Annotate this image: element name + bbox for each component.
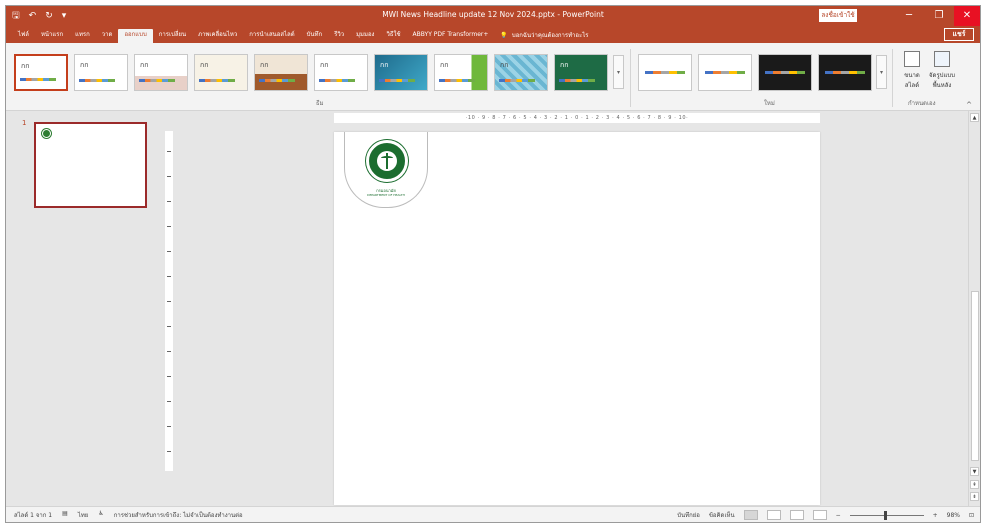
vertical-scrollbar[interactable]: ▲ ▼ ⇞ ⇟ — [968, 111, 980, 506]
tell-me-text: บอกฉันว่าคุณต้องการทำอะไร — [511, 32, 589, 39]
tab-home[interactable]: หน้าแรก — [35, 29, 69, 43]
close-button[interactable]: ✕ — [954, 6, 980, 26]
zoom-level[interactable]: 98% — [947, 512, 960, 519]
minimize-button[interactable]: ─ — [894, 6, 924, 26]
slide-canvas[interactable]: กรมอนามัย DEPARTMENT OF HEALTH — [334, 132, 820, 505]
vertical-ruler — [165, 131, 173, 471]
slide-size-icon — [904, 51, 920, 67]
tab-draw[interactable]: วาด — [96, 29, 119, 43]
theme-9[interactable]: กก — [494, 54, 548, 91]
normal-view-button[interactable] — [743, 510, 758, 520]
theme-preview-text: กก — [80, 61, 89, 69]
slideshow-button[interactable] — [812, 510, 827, 520]
mini-logo-icon — [42, 129, 51, 138]
collapse-ribbon-icon[interactable]: ^ — [966, 101, 972, 109]
tab-view[interactable]: มุมมอง — [350, 29, 380, 43]
share-button[interactable]: แชร์ — [944, 28, 974, 41]
tab-record[interactable]: บันทึก — [301, 29, 329, 43]
tab-design[interactable]: ออกแบบ — [118, 29, 153, 43]
tab-animations[interactable]: ภาพเคลื่อนไหว — [192, 29, 243, 43]
thumbnail-number: 1 — [22, 119, 27, 127]
restore-button[interactable]: ❐ — [924, 6, 954, 26]
theme-preview-text: กก — [560, 61, 569, 69]
fit-to-window-icon[interactable]: ⊡ — [969, 512, 974, 519]
title-bar: 🖫 ↶ ↻ ▾ MWI News Headline update 12 Nov … — [6, 6, 980, 26]
scroll-down-icon[interactable]: ▼ — [970, 467, 979, 476]
theme-preview-text: กก — [500, 61, 509, 69]
theme-2[interactable]: กก — [74, 54, 128, 91]
group-divider — [892, 49, 893, 107]
comments-button[interactable]: ข้อคิดเห็น — [709, 510, 735, 520]
variant-3[interactable] — [758, 54, 812, 91]
slide-editor: ·10 · 9 · 8 · 7 · 6 · 5 · 4 · 3 · 2 · 1 … — [158, 111, 968, 506]
theme-preview-text: กก — [140, 61, 149, 69]
tab-review[interactable]: รีวิว — [328, 29, 350, 43]
theme-3[interactable]: กก — [134, 54, 188, 91]
slide-size-button[interactable]: ขนาด สไลด์ — [898, 51, 926, 90]
previous-slide-icon[interactable]: ⇞ — [970, 480, 979, 489]
department-logo[interactable]: กรมอนามัย DEPARTMENT OF HEALTH — [344, 132, 428, 208]
tab-insert[interactable]: แทรก — [69, 29, 96, 43]
theme-preview-text: กก — [260, 61, 269, 69]
themes-more-button[interactable]: ▾ — [613, 55, 624, 89]
theme-4[interactable]: กก — [194, 54, 248, 91]
customize-group-label: กำหนดเอง — [908, 100, 936, 107]
spellcheck-icon[interactable]: ▤ — [62, 510, 68, 520]
logo-subcaption: DEPARTMENT OF HEALTH — [367, 193, 405, 197]
theme-preview-text: กก — [440, 61, 449, 69]
scroll-up-icon[interactable]: ▲ — [970, 113, 979, 122]
theme-office[interactable]: กก — [14, 54, 68, 91]
horizontal-ruler: ·10 · 9 · 8 · 7 · 6 · 5 · 4 · 3 · 2 · 1 … — [334, 113, 820, 123]
theme-preview-text: กก — [380, 61, 389, 69]
slide-thumbnail-1[interactable] — [34, 122, 147, 208]
theme-8[interactable]: กก — [434, 54, 488, 91]
reading-view-button[interactable] — [789, 510, 804, 520]
accessibility-icon: ♿ — [98, 510, 104, 517]
tab-help[interactable]: วิธีใช้ — [380, 29, 406, 43]
variant-2[interactable] — [698, 54, 752, 91]
health-seal-icon — [366, 140, 408, 182]
language-indicator[interactable]: ไทย — [78, 510, 89, 520]
variant-1[interactable] — [638, 54, 692, 91]
next-slide-icon[interactable]: ⇟ — [970, 492, 979, 501]
notes-button[interactable]: บันทึกย่อ — [677, 510, 700, 520]
design-ribbon: กก กก กก กก กก กก กก กก กก กก ▾ ธีม ▾ ให… — [6, 43, 980, 111]
window-controls: ─ ❐ ✕ — [894, 6, 980, 26]
theme-7[interactable]: กก — [374, 54, 428, 91]
sign-in-button[interactable]: ลงชื่อเข้าใช้ — [819, 9, 857, 22]
theme-preview-text: กก — [320, 61, 329, 69]
scrollbar-thumb[interactable] — [971, 291, 979, 461]
tab-abbyy[interactable]: ABBYY PDF Transformer+ — [407, 29, 495, 43]
accessibility-status[interactable]: การช่วยสำหรับการเข้าถึง: ไม่จำเป็นต้องทำ… — [114, 510, 243, 520]
format-background-icon — [934, 51, 950, 67]
theme-preview-text: กก — [200, 61, 209, 69]
format-background-label: จัดรูปแบบ พื้นหลัง — [929, 72, 955, 89]
theme-10[interactable]: กก — [554, 54, 608, 91]
slide-sorter-button[interactable] — [766, 510, 781, 520]
tab-slideshow[interactable]: การนำเสนอสไลด์ — [243, 29, 300, 43]
slide-count: สไลด์ 1 จาก 1 — [14, 512, 53, 519]
format-background-button[interactable]: จัดรูปแบบ พื้นหลัง — [928, 51, 956, 90]
themes-group-label: ธีม — [316, 100, 324, 107]
theme-6[interactable]: กก — [314, 54, 368, 91]
theme-5[interactable]: กก — [254, 54, 308, 91]
powerpoint-window: 🖫 ↶ ↻ ▾ MWI News Headline update 12 Nov … — [5, 5, 981, 523]
lightbulb-icon: 💡 — [500, 32, 508, 39]
tab-file[interactable]: ไฟล์ — [12, 29, 35, 43]
variants-more-button[interactable]: ▾ — [876, 55, 887, 89]
tell-me-box[interactable]: 💡 บอกฉันว่าคุณต้องการทำอะไร — [494, 29, 594, 43]
zoom-in-icon[interactable]: + — [933, 512, 938, 519]
zoom-out-icon[interactable]: − — [836, 512, 841, 519]
status-bar: สไลด์ 1 จาก 1 ▤ ไทย ♿ การช่วยสำหรับการเข… — [6, 506, 980, 522]
group-divider — [630, 49, 631, 107]
tab-transitions[interactable]: การเปลี่ยน — [153, 29, 192, 43]
slide-size-label: ขนาด สไลด์ — [904, 72, 920, 89]
variant-4[interactable] — [818, 54, 872, 91]
zoom-slider-knob[interactable] — [883, 510, 887, 520]
zoom-slider[interactable] — [849, 510, 924, 520]
slide-thumbnails-pane: 1 — [6, 111, 158, 506]
ribbon-tabs: ไฟล์ หน้าแรก แทรก วาด ออกแบบ การเปลี่ยน … — [6, 26, 980, 43]
theme-preview-text: กก — [21, 62, 30, 70]
variants-group-label: ใหม่ — [764, 100, 775, 107]
